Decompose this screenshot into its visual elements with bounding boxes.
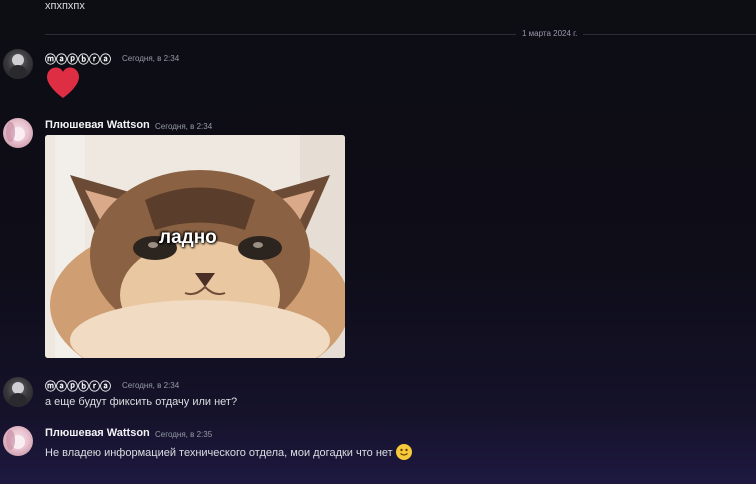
image-caption: ладно bbox=[159, 227, 217, 248]
message-timestamp: Сегодня, в 2:35 bbox=[155, 430, 213, 439]
message-text: Не владею информацией технического отдел… bbox=[45, 447, 393, 459]
slightly-smiling-face-icon bbox=[395, 444, 412, 460]
avatar[interactable] bbox=[3, 118, 33, 148]
author-name[interactable]: ⓜⓐⓟⓑⓡⓐ bbox=[45, 51, 111, 67]
message-timestamp: Сегодня, в 2:34 bbox=[155, 122, 213, 131]
avatar[interactable] bbox=[3, 49, 33, 79]
cat-image-attachment[interactable]: ладно bbox=[45, 135, 345, 358]
message-text: а еще будут фиксить отдачу или нет? bbox=[45, 396, 238, 408]
date-divider-label: 1 марта 2024 г. bbox=[516, 28, 584, 39]
message-timestamp: Сегодня, в 2:34 bbox=[122, 381, 180, 390]
date-divider bbox=[45, 34, 756, 35]
heart-icon bbox=[47, 67, 79, 98]
author-name[interactable]: Плюшевая Wattson bbox=[45, 427, 150, 439]
message-timestamp: Сегодня, в 2:34 bbox=[122, 54, 180, 63]
previous-message-text: хпхпхпх bbox=[45, 0, 85, 12]
avatar[interactable] bbox=[3, 426, 33, 456]
author-name[interactable]: ⓜⓐⓟⓑⓡⓐ bbox=[45, 378, 111, 394]
message-text-row: Не владею информацией технического отдел… bbox=[45, 444, 412, 460]
author-name[interactable]: Плюшевая Wattson bbox=[45, 119, 150, 131]
avatar[interactable] bbox=[3, 377, 33, 407]
